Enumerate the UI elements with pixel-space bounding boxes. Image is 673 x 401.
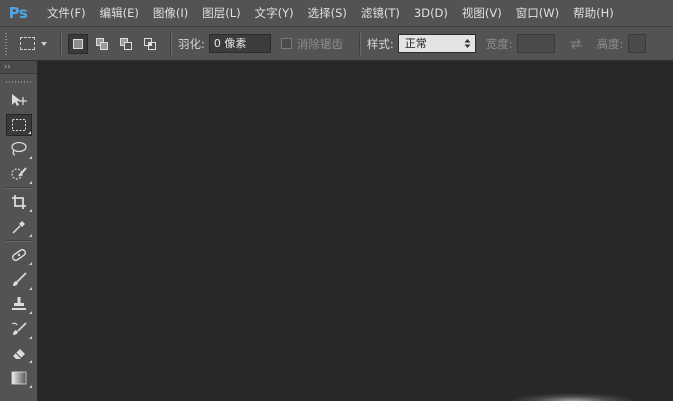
eyedropper-icon (12, 220, 25, 234)
more-tools-indicator (28, 130, 31, 134)
feather-input[interactable]: 0 像素 (208, 34, 271, 53)
more-tools-indicator (29, 209, 32, 212)
style-select-value: 正常 (404, 37, 427, 50)
height-label: 高度: (596, 36, 624, 51)
lasso-tool-button[interactable] (6, 138, 32, 160)
more-tools-indicator (29, 286, 32, 290)
eraser-tool-button[interactable] (6, 342, 32, 364)
tools-panel: ›› (0, 61, 38, 401)
move-tool-button[interactable] (6, 89, 32, 111)
quick-selection-tool-button[interactable] (6, 163, 32, 185)
photoshop-logo: Ps (8, 4, 28, 22)
spot-healing-brush-icon (12, 249, 26, 261)
menu-image[interactable]: 图像(I) (146, 0, 195, 27)
menu-bar: Ps 文件(F) 编辑(E) 图像(I) 图层(L) 文字(Y) 选择(S) 滤… (0, 0, 673, 27)
marquee-preset-icon (20, 37, 35, 50)
divider (60, 32, 62, 55)
menu-file[interactable]: 文件(F) (40, 0, 93, 27)
more-tools-indicator (29, 311, 32, 314)
menu-3d[interactable]: 3D(D) (407, 0, 455, 27)
crop-icon (12, 195, 26, 209)
add-to-selection-button[interactable] (92, 34, 112, 54)
menu-view[interactable]: 视图(V) (455, 0, 509, 27)
style-select[interactable]: 正常 (397, 34, 476, 53)
more-tools-indicator (29, 180, 32, 184)
brush-tool-button[interactable] (6, 269, 32, 291)
more-tools-indicator (29, 233, 32, 237)
subtract-from-selection-icon (120, 37, 132, 50)
tools-panel-grip[interactable] (6, 77, 31, 87)
new-selection-icon (73, 38, 83, 49)
menu-help[interactable]: 帮助(H) (566, 0, 621, 27)
subtract-from-selection-button[interactable] (116, 34, 136, 54)
document-canvas[interactable] (38, 61, 673, 401)
history-brush-icon (11, 321, 27, 335)
more-tools-indicator (29, 262, 32, 265)
more-tools-indicator (29, 360, 32, 363)
menu-filter[interactable]: 滤镜(T) (354, 0, 407, 27)
menu-edit[interactable]: 编辑(E) (93, 0, 146, 27)
menu-layer[interactable]: 图层(L) (195, 0, 247, 27)
divider (6, 240, 31, 242)
clone-stamp-icon (12, 297, 26, 310)
antialias-checkbox[interactable] (280, 38, 292, 49)
add-to-selection-icon (96, 37, 108, 50)
tool-preset-picker[interactable] (16, 32, 48, 56)
eraser-icon (13, 349, 25, 359)
width-input[interactable] (516, 34, 555, 53)
brush-icon (13, 271, 27, 286)
more-tools-indicator (29, 384, 32, 388)
eyedropper-tool-button[interactable] (6, 216, 32, 238)
width-label: 宽度: (485, 36, 513, 51)
menu-type[interactable]: 文字(Y) (248, 0, 301, 27)
lasso-icon (11, 141, 27, 156)
intersect-selection-icon (144, 37, 156, 50)
clone-stamp-tool-button[interactable] (6, 293, 32, 315)
feather-label: 羽化: (178, 36, 205, 51)
divider (6, 187, 31, 189)
history-brush-tool-button[interactable] (6, 318, 32, 340)
menu-select[interactable]: 选择(S) (301, 0, 354, 27)
options-bar-grip[interactable] (5, 32, 9, 55)
rectangular-marquee-icon (12, 118, 26, 131)
style-label: 样式: (366, 36, 394, 51)
chevron-down-icon (41, 41, 47, 46)
spot-healing-brush-tool-button[interactable] (6, 244, 32, 266)
height-input[interactable] (627, 34, 646, 53)
new-selection-button[interactable] (68, 33, 88, 54)
intersect-selection-button[interactable] (140, 34, 160, 54)
canvas-glow (508, 393, 638, 401)
rectangular-marquee-tool-button[interactable] (6, 113, 32, 136)
menu-window[interactable]: 窗口(W) (509, 0, 566, 27)
divider (170, 32, 172, 55)
options-bar: 羽化: 0 像素 消除锯齿 样式: 正常 宽度: 高度: (0, 27, 673, 61)
more-tools-indicator (29, 156, 32, 159)
tools-panel-collapse[interactable]: ›› (0, 61, 37, 74)
crop-tool-button[interactable] (6, 191, 32, 213)
more-tools-indicator (29, 335, 32, 339)
gradient-icon (11, 371, 27, 384)
select-arrows-icon (464, 39, 471, 48)
swap-width-height-icon[interactable] (569, 38, 583, 50)
antialias-label: 消除锯齿 (296, 36, 343, 51)
gradient-tool-button[interactable] (6, 367, 32, 389)
move-icon (12, 94, 27, 106)
divider (358, 32, 361, 55)
quick-selection-icon (11, 166, 27, 180)
